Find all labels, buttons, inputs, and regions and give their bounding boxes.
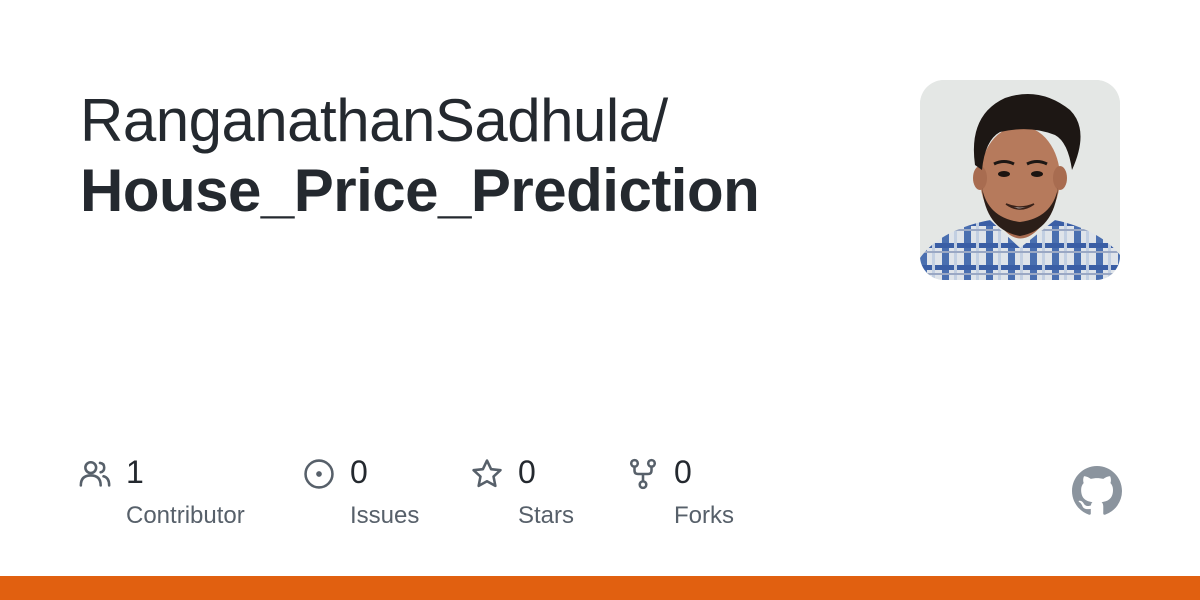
stat-count: 0 bbox=[518, 454, 536, 490]
star-icon bbox=[472, 459, 502, 488]
stat-count: 1 bbox=[126, 454, 144, 490]
repo-owner[interactable]: RanganathanSadhula/ bbox=[80, 86, 880, 156]
repo-social-card: RanganathanSadhula/ House_Price_Predicti… bbox=[0, 0, 1200, 600]
repo-name[interactable]: House_Price_Prediction bbox=[80, 156, 880, 226]
stat-label: Stars bbox=[518, 502, 575, 529]
stat-label: Contributor bbox=[126, 502, 245, 529]
language-bar bbox=[0, 576, 1200, 600]
stat-label: Forks bbox=[674, 502, 734, 529]
avatar[interactable] bbox=[920, 80, 1120, 280]
stat-count: 0 bbox=[674, 454, 692, 490]
repo-title: RanganathanSadhula/ House_Price_Predicti… bbox=[80, 86, 880, 226]
issue-icon bbox=[304, 459, 334, 489]
avatar-photo-icon bbox=[920, 80, 1120, 280]
stat-label: Issues bbox=[350, 502, 420, 529]
people-icon bbox=[79, 460, 111, 487]
fork-icon bbox=[629, 458, 657, 490]
github-icon[interactable] bbox=[1072, 466, 1122, 516]
stat-count: 0 bbox=[350, 454, 368, 490]
